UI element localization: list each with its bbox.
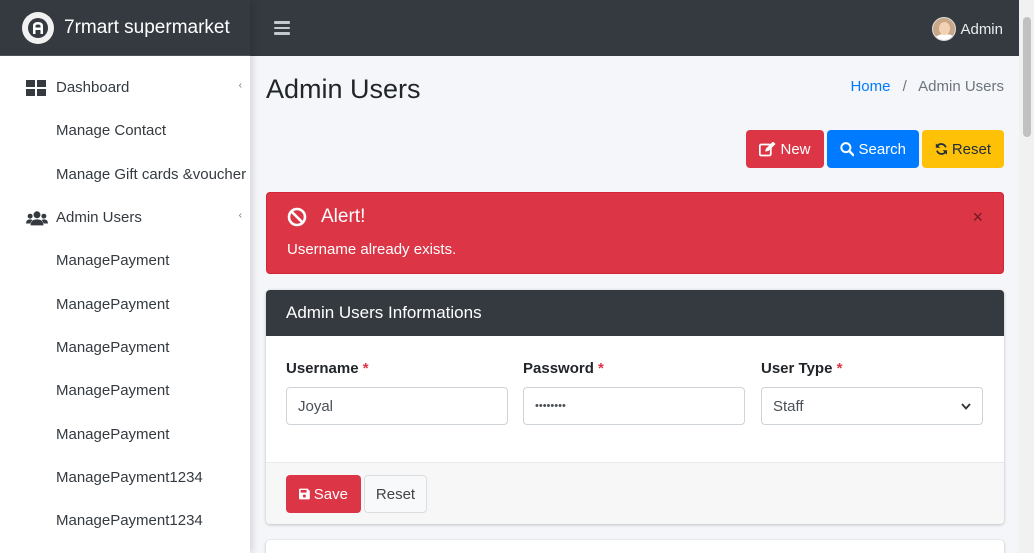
search-button[interactable]: Search (827, 130, 919, 168)
menu-toggle-icon[interactable] (274, 21, 290, 35)
alert-danger: Alert! Username already exists. × (266, 192, 1004, 274)
sidebar-item-dashboard[interactable]: Dashboard ‹ (0, 66, 250, 109)
alert-message: Username already exists. (287, 241, 457, 258)
sidebar: 7rmart supermarket Dashboard ‹ Manage Co… (0, 0, 250, 553)
sidebar-item-label: ManagePayment (56, 382, 170, 400)
brand-logo-icon (22, 11, 54, 44)
sidebar-item-managepayment[interactable]: ManagePayment (0, 282, 250, 325)
save-icon (299, 488, 310, 500)
sidebar-item-managepayment[interactable]: ManagePayment (0, 369, 250, 412)
breadcrumb-separator: / (902, 78, 907, 95)
save-button[interactable]: Save (286, 475, 361, 513)
sidebar-item-managepayment1234[interactable]: ManagePayment1234 (0, 499, 250, 542)
usertype-value: Staff (773, 397, 804, 415)
users-icon (26, 210, 48, 226)
sidebar-item-label: ManagePayment (56, 252, 170, 270)
sidebar-item-gift-cards[interactable]: Manage Gift cards &voucher (0, 153, 250, 196)
avatar (932, 17, 957, 41)
sidebar-item-label: ManagePayment1234 (56, 468, 203, 486)
new-button-label: New (780, 140, 811, 158)
top-navbar: Admin (250, 0, 1019, 56)
admin-users-form-card: Admin Users Informations Username * Joya… (266, 290, 1004, 524)
breadcrumb: Home / Admin Users (850, 78, 1004, 95)
breadcrumb-current: Admin Users (918, 78, 1004, 95)
sidebar-item-label: Manage Contact (56, 122, 167, 140)
usertype-label: User Type * (761, 360, 843, 377)
user-menu[interactable]: Admin (932, 17, 1003, 41)
next-card (266, 540, 1004, 553)
sidebar-item-label: Admin Users (56, 209, 142, 227)
scrollbar-thumb[interactable] (1023, 17, 1031, 137)
edit-icon (759, 141, 776, 156)
new-button[interactable]: New (746, 130, 824, 168)
sidebar-item-managepayment1234[interactable]: ManagePayment1234 (0, 456, 250, 499)
password-label: Password * (523, 360, 604, 377)
usertype-select[interactable]: Staff (761, 387, 983, 425)
search-icon (840, 142, 855, 157)
chevron-left-icon: ‹ (238, 209, 242, 221)
alert-heading: Alert! (287, 206, 365, 228)
form-row: Username * Joyal Password * •••••••• Use… (286, 360, 983, 430)
save-button-label: Save (313, 485, 348, 503)
sidebar-item-label: ManagePayment (56, 295, 170, 313)
form-reset-label: Reset (375, 485, 416, 503)
alert-title: Alert! (321, 206, 366, 227)
card-title: Admin Users Informations (266, 290, 1004, 336)
sidebar-item-manage-contact[interactable]: Manage Contact (0, 109, 250, 152)
sidebar-item-managepayment[interactable]: ManagePayment (0, 412, 250, 455)
sync-icon (935, 143, 948, 155)
sidebar-nav: Dashboard ‹ Manage Contact Manage Gift c… (0, 56, 250, 542)
password-group: Password * •••••••• (523, 360, 745, 425)
password-value: •••••••• (535, 400, 566, 412)
reset-button-label: Reset (951, 140, 991, 158)
password-field[interactable]: •••••••• (523, 387, 745, 425)
breadcrumb-home-link[interactable]: Home (850, 78, 890, 95)
sidebar-item-admin-users[interactable]: Admin Users ‹ (0, 196, 250, 239)
username-label: Username * (286, 360, 369, 377)
usertype-group: User Type * Staff (761, 360, 983, 425)
sidebar-item-label: Dashboard (56, 79, 130, 97)
username-value: Joyal (298, 397, 334, 415)
required-mark: * (598, 360, 604, 377)
sidebar-item-label: Manage Gift cards &voucher (56, 165, 247, 183)
action-toolbar: New Search Reset (746, 130, 1004, 168)
close-icon[interactable]: × (972, 207, 983, 228)
required-mark: * (836, 360, 843, 377)
user-name: Admin (960, 20, 1003, 38)
brand-link[interactable]: 7rmart supermarket (0, 0, 250, 56)
username-group: Username * Joyal (286, 360, 508, 425)
brand-title: 7rmart supermarket (64, 16, 230, 38)
chevron-down-icon (961, 402, 971, 410)
card-footer: Save Reset (266, 462, 1004, 524)
sidebar-item-label: ManagePayment (56, 338, 170, 356)
sidebar-item-label: ManagePayment1234 (56, 512, 203, 530)
required-mark: * (362, 360, 369, 377)
page-scrollbar[interactable] (1019, 0, 1034, 553)
sidebar-item-label: ManagePayment (56, 425, 170, 443)
search-button-label: Search (858, 140, 906, 158)
reset-button[interactable]: Reset (922, 130, 1004, 168)
page-title: Admin Users (266, 74, 421, 104)
username-field[interactable]: Joyal (286, 387, 508, 425)
ban-icon (287, 207, 307, 227)
chevron-left-icon: ‹ (238, 80, 242, 91)
sidebar-item-managepayment[interactable]: ManagePayment (0, 326, 250, 369)
form-reset-button[interactable]: Reset (364, 475, 427, 513)
sidebar-item-managepayment[interactable]: ManagePayment (0, 239, 250, 282)
grid-icon (26, 79, 48, 96)
